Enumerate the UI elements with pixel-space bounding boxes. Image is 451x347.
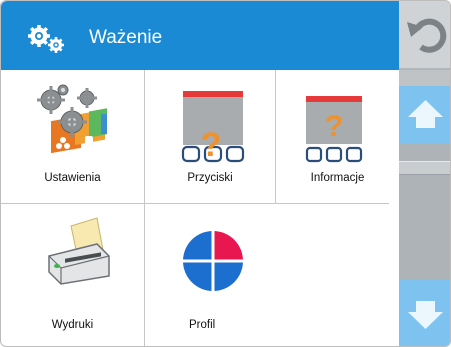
tile-information[interactable]: ? Informacje: [276, 70, 399, 203]
buttons-question-icon: ?: [181, 91, 245, 164]
arrow-down-icon: [408, 301, 443, 329]
svg-text:?: ?: [325, 110, 343, 143]
tile-buttons[interactable]: ? Przyciski: [145, 70, 275, 203]
weighing-screen: Ważenie Ustawienia ? Przyciski ? Informa…: [0, 0, 451, 347]
menu-grid: Ustawienia ? Przyciski ? Informacje Wydr…: [1, 70, 399, 346]
tile-label: Wydruki: [51, 319, 94, 331]
undo-button[interactable]: [399, 1, 450, 70]
tile-settings[interactable]: Ustawienia: [1, 70, 144, 203]
tile-label: Informacje: [310, 172, 365, 184]
scroll-down-button[interactable]: [399, 279, 450, 346]
tile-label: Przyciski: [187, 172, 233, 184]
scroll-up-button[interactable]: [399, 86, 450, 144]
info-question-icon: ?: [305, 96, 363, 163]
profile-pie-icon: [182, 230, 244, 292]
settings-gears-icon: [37, 84, 107, 154]
arrow-up-icon: [408, 100, 443, 128]
tile-label: Profil: [189, 319, 216, 331]
header-bar: Ważenie: [1, 1, 399, 70]
svg-text:?: ?: [201, 126, 222, 164]
tile-empty: [276, 204, 399, 346]
undo-arrow-icon: [407, 18, 447, 53]
tile-label: Ustawienia: [44, 172, 101, 184]
tile-printouts[interactable]: Wydruki: [1, 204, 144, 346]
tile-profile[interactable]: Profil: [145, 204, 275, 346]
page-title: Ważenie: [89, 27, 163, 48]
printer-icon: [48, 217, 110, 285]
scroll-thumb[interactable]: [399, 161, 450, 175]
gears-icon: [28, 25, 64, 53]
